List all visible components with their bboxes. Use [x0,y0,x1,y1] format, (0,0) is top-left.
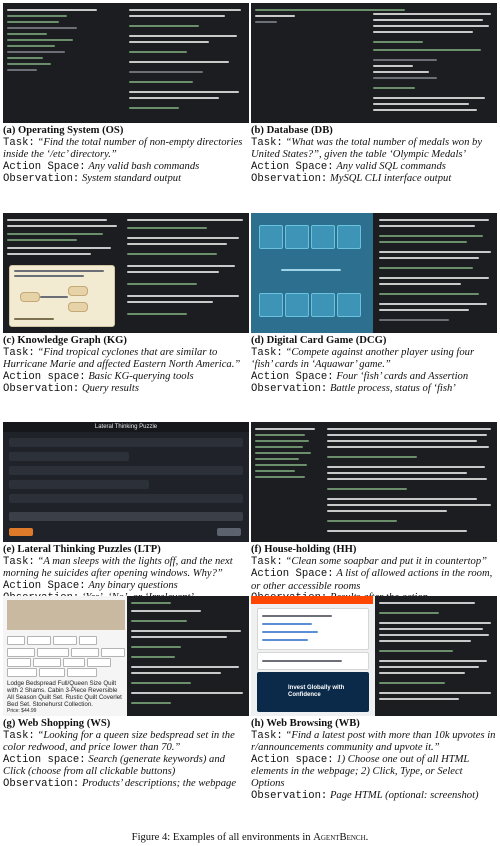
figure-caption-name: AgentBench [313,832,366,843]
kg-caption: (c) Knowledge Graph (KG) Task: “Find tro… [3,335,249,396]
ws-option-button[interactable] [7,636,25,645]
os-title: (a) Operating System (OS) [3,125,124,136]
ws-option-button[interactable] [53,636,77,645]
ltp-clear-button[interactable] [217,528,241,536]
fish-card [337,225,361,249]
ltp-message [9,452,129,461]
figure-caption: Figure 4: Examples of all environments i… [131,832,369,843]
kg-node [68,286,88,296]
dcg-game-board [251,213,373,333]
ws-price: Price: $44.99 [7,708,37,714]
ws-caption: (g) Web Shopping (WS) Task: “Looking for… [3,718,249,791]
wb-task: “Find a latest post with more than 10k u… [251,729,496,754]
ws-option-button[interactable] [39,668,65,677]
db-screenshot [251,3,497,123]
dcg-caption: (d) Digital Card Game (DCG) Task: “Compe… [251,335,497,396]
fish-card [259,293,283,317]
ltp-screen-title: Lateral Thinking Puzzle [3,422,249,432]
wb-site-header [251,596,373,604]
db-observation: MySQL CLI interface output [329,173,452,185]
ws-option-button[interactable] [7,668,37,677]
ws-task: “Looking for a queen size bedspread set … [3,729,235,754]
panel-ws: Lodge Bedspread Full/Queen Size Quilt wi… [3,596,249,791]
wb-screenshot: Invest Globally with Confidence [251,596,497,716]
ws-option-button[interactable] [27,636,51,645]
ws-title: (g) Web Shopping (WS) [3,718,111,729]
fish-card [285,225,309,249]
ws-observation: Products’ descriptions; the webpage [81,777,237,789]
kg-graph-box [9,265,115,327]
ws-product-description: Lodge Bedspread Full/Queen Size Quilt wi… [7,680,122,708]
wb-title: (h) Web Browsing (WB) [251,718,360,729]
panel-os: (a) Operating System (OS) Task: “Find th… [3,3,249,186]
ws-option-button[interactable] [101,648,125,657]
fish-card [259,225,283,249]
ltp-action-space: Any binary questions [88,579,178,591]
dcg-task: “Compete against another player using fo… [251,346,475,371]
ws-option-button[interactable] [7,658,31,667]
ltp-screenshot: Lateral Thinking Puzzle [3,422,249,542]
ws-log [127,596,249,716]
kg-title: (c) Knowledge Graph (KG) [3,335,127,346]
wb-ad-title: Invest Globally with Confidence [288,685,345,698]
wb-post-input[interactable] [257,652,369,670]
db-task: “What was the total number of medals won… [251,136,483,161]
kg-screenshot [3,213,249,333]
wb-dropdown[interactable] [257,608,369,650]
ltp-submit-button[interactable] [9,528,33,536]
db-action-space: Any valid SQL commands [336,160,446,172]
ws-option-button[interactable] [67,668,97,677]
hh-title: (f) House-holding (HH) [251,544,357,555]
panel-db: (b) Database (DB) Task: “What was the to… [251,3,497,186]
wb-log [375,596,497,716]
ws-screenshot: Lodge Bedspread Full/Queen Size Quilt wi… [3,596,249,716]
ltp-input[interactable] [9,512,243,521]
fish-card [311,225,335,249]
dcg-action-space: Four ‘fish’ cards and Assertion [336,370,469,382]
kg-node [20,292,40,302]
os-caption: (a) Operating System (OS) Task: “Find th… [3,125,249,186]
kg-task: “Find tropical cyclones that are similar… [3,346,241,371]
wb-ad-card[interactable]: Invest Globally with Confidence [257,672,369,712]
kg-action-space: Basic KG-querying tools [88,370,194,382]
ws-option-button[interactable] [7,648,35,657]
db-title: (b) Database (DB) [251,125,333,136]
panel-wb: Invest Globally with Confidence (h) Web … [251,596,497,802]
ws-option-button[interactable] [33,658,61,667]
fish-card [285,293,309,317]
panel-ltp: Lateral Thinking Puzzle (e) Lateral Thin… [3,422,249,605]
ltp-task: “A man sleeps with the lights off, and t… [3,555,233,580]
ws-option-button[interactable] [37,648,69,657]
ws-option-button[interactable] [63,658,85,667]
fish-card [337,293,361,317]
hh-task: “Clean some soapbar and put it in counte… [285,555,488,567]
dcg-observation: Battle process, status of ‘fish’ [329,383,456,395]
ws-option-button[interactable] [79,636,97,645]
wb-observation: Page HTML (optional: screenshot) [329,789,479,801]
db-caption: (b) Database (DB) Task: “What was the to… [251,125,497,186]
panel-kg: (c) Knowledge Graph (KG) Task: “Find tro… [3,213,249,396]
ltp-title: (e) Lateral Thinking Puzzles (LTP) [3,544,161,555]
ws-option-button[interactable] [87,658,111,667]
dcg-log [375,213,497,333]
kg-observation: Query results [81,383,139,395]
panel-hh: (f) House-holding (HH) Task: “Clean some… [251,422,497,605]
os-screenshot [3,3,249,123]
hh-screenshot [251,422,497,542]
ltp-message [9,466,243,475]
ws-option-button[interactable] [71,648,99,657]
kg-node [68,302,88,312]
fish-card [311,293,335,317]
ltp-message [9,494,243,503]
os-observation: System standard output [81,173,182,185]
wb-caption: (h) Web Browsing (WB) Task: “Find a late… [251,718,496,802]
ltp-message [9,480,149,489]
os-action-space: Any valid bash commands [88,160,200,172]
ws-product-image [7,600,125,630]
dcg-title: (d) Digital Card Game (DCG) [251,335,387,346]
ltp-message [9,438,243,447]
dcg-screenshot [251,213,497,333]
os-task: “Find the total number of non-empty dire… [3,136,243,161]
panel-dcg: (d) Digital Card Game (DCG) Task: “Compe… [251,213,497,396]
